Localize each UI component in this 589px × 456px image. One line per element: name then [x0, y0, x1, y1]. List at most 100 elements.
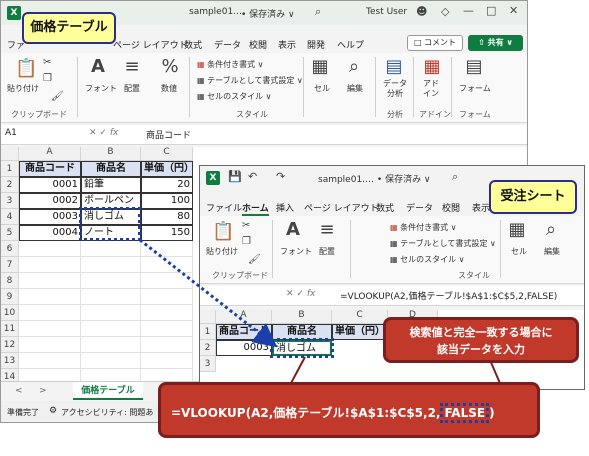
- cell-style-button[interactable]: ▦ セルのスタイル ∨: [197, 91, 272, 102]
- avatar-icon[interactable]: ☻: [416, 6, 427, 18]
- table-cell[interactable]: 20: [141, 177, 193, 193]
- cells-icon[interactable]: ▦: [309, 57, 331, 77]
- row-header[interactable]: 5: [1, 225, 19, 241]
- menu-data[interactable]: データ: [406, 201, 433, 214]
- menu-help[interactable]: ヘルプ: [337, 38, 364, 51]
- formula-input[interactable]: =VLOOKUP(A2,価格テーブル!$A$1:$C$5,2,FALSE): [340, 289, 557, 302]
- next-sheet-icon[interactable]: >: [39, 386, 47, 396]
- font-icon[interactable]: A: [282, 220, 304, 240]
- empty-cell[interactable]: [19, 305, 81, 321]
- menu-review[interactable]: 校閲: [249, 38, 267, 51]
- back-file-name[interactable]: sample01.…: [189, 7, 245, 17]
- edit-icon[interactable]: ⌕: [540, 220, 562, 240]
- save-icon[interactable]: 💾: [228, 171, 242, 183]
- empty-cell[interactable]: [81, 321, 141, 337]
- data-analysis-label[interactable]: データ 分析: [383, 79, 407, 99]
- empty-cell[interactable]: [81, 241, 141, 257]
- paste-icon[interactable]: 📋: [15, 59, 37, 79]
- empty-cell[interactable]: [141, 353, 193, 369]
- menu-home[interactable]: ホーム: [242, 201, 269, 216]
- table-cell[interactable]: 80: [141, 209, 193, 225]
- menu-file[interactable]: ファイル: [206, 201, 242, 214]
- empty-cell[interactable]: [81, 289, 141, 305]
- table-cell[interactable]: 0003: [19, 209, 81, 225]
- empty-cell[interactable]: [19, 337, 81, 353]
- empty-cell[interactable]: [81, 353, 141, 369]
- status-accessibility[interactable]: アクセシビリティ: 問題あ: [61, 407, 153, 418]
- formula-input[interactable]: 商品コード: [146, 128, 191, 141]
- prev-sheet-icon[interactable]: <: [15, 386, 23, 396]
- user-name[interactable]: Test User: [366, 7, 407, 17]
- edit-label[interactable]: 編集: [544, 246, 560, 257]
- empty-cell[interactable]: [81, 305, 141, 321]
- cond-format-button[interactable]: ▦ 条件付き書式 ∨: [390, 222, 457, 233]
- addin-icon[interactable]: ▦: [421, 57, 443, 77]
- form-label[interactable]: フォーム: [459, 83, 491, 94]
- minimize-icon[interactable]: —: [463, 5, 474, 17]
- addin-label[interactable]: アド イン: [423, 79, 439, 99]
- number-label[interactable]: 数値: [161, 83, 177, 94]
- cells-icon[interactable]: ▦: [506, 220, 528, 240]
- menu-review[interactable]: 校閲: [442, 201, 460, 214]
- column-header[interactable]: A: [216, 310, 272, 324]
- table-header-cell[interactable]: 単価（円）: [141, 161, 193, 177]
- empty-cell[interactable]: [19, 353, 81, 369]
- empty-cell[interactable]: [141, 305, 193, 321]
- edit-label[interactable]: 編集: [347, 83, 363, 94]
- row-header[interactable]: 2: [200, 340, 216, 356]
- row-header[interactable]: 8: [1, 273, 19, 289]
- format-painter-icon[interactable]: 🖌: [51, 87, 64, 107]
- undo-icon[interactable]: ↶: [248, 171, 257, 183]
- name-box[interactable]: A1: [5, 128, 65, 142]
- empty-cell[interactable]: [81, 337, 141, 353]
- row-header[interactable]: 10: [1, 305, 19, 321]
- table-format-button[interactable]: ▦ テーブルとして書式設定 ∨: [197, 75, 303, 86]
- number-icon[interactable]: %: [159, 57, 181, 77]
- row-header[interactable]: 13: [1, 353, 19, 369]
- row-header[interactable]: 4: [1, 209, 19, 225]
- table-cell[interactable]: 100: [141, 193, 193, 209]
- row-header[interactable]: 12: [1, 337, 19, 353]
- menu-page-layout[interactable]: ページ レイアウト: [304, 201, 379, 214]
- row-header[interactable]: 1: [200, 324, 216, 340]
- row-header[interactable]: 1: [1, 161, 19, 177]
- table-cell[interactable]: 0002: [19, 193, 81, 209]
- front-file-name[interactable]: sample01.… • 保存済み ∨: [318, 172, 431, 185]
- font-label[interactable]: フォント: [280, 246, 312, 257]
- menu-view[interactable]: 表示: [472, 201, 490, 214]
- search-icon[interactable]: ⌕: [452, 171, 458, 183]
- row-header[interactable]: 3: [200, 356, 216, 372]
- cell-style-button[interactable]: ▦ セルのスタイル ∨: [390, 254, 465, 265]
- table-cell[interactable]: 鉛筆: [81, 177, 141, 193]
- column-header[interactable]: C: [141, 147, 193, 161]
- align-label[interactable]: 配置: [124, 83, 140, 94]
- row-header[interactable]: 7: [1, 257, 19, 273]
- column-header[interactable]: C: [332, 310, 388, 324]
- search-icon[interactable]: ⌕: [315, 6, 321, 18]
- copy-icon[interactable]: ❐: [43, 69, 52, 89]
- format-painter-icon[interactable]: 🖌: [248, 250, 261, 270]
- copy-icon[interactable]: ❐: [242, 232, 251, 252]
- menu-formulas[interactable]: 数式: [376, 201, 394, 214]
- empty-cell[interactable]: [141, 289, 193, 305]
- maximize-icon[interactable]: □: [486, 5, 496, 17]
- share-button[interactable]: ⇧ 共有 ∨: [468, 35, 523, 51]
- empty-cell[interactable]: [141, 337, 193, 353]
- close-icon[interactable]: ✕: [509, 5, 518, 17]
- menu-data[interactable]: データ: [214, 38, 241, 51]
- corner-cell[interactable]: [1, 147, 19, 161]
- empty-cell[interactable]: [19, 321, 81, 337]
- paste-icon[interactable]: 📋: [212, 222, 234, 242]
- row-header[interactable]: 2: [1, 177, 19, 193]
- table-header-cell[interactable]: 商品コード: [19, 161, 81, 177]
- menu-insert[interactable]: 挿入: [276, 201, 294, 214]
- row-header[interactable]: 11: [1, 321, 19, 337]
- data-analysis-icon[interactable]: ▤: [383, 57, 405, 77]
- paste-label[interactable]: 貼り付け: [7, 83, 39, 94]
- font-label[interactable]: フォント: [85, 83, 117, 94]
- menu-formulas[interactable]: 数式: [184, 38, 202, 51]
- table-cell[interactable]: 0004: [19, 225, 81, 241]
- align-label[interactable]: 配置: [319, 246, 335, 257]
- column-header[interactable]: B: [81, 147, 141, 161]
- cond-format-button[interactable]: ▦ 条件付き書式 ∨: [197, 59, 264, 70]
